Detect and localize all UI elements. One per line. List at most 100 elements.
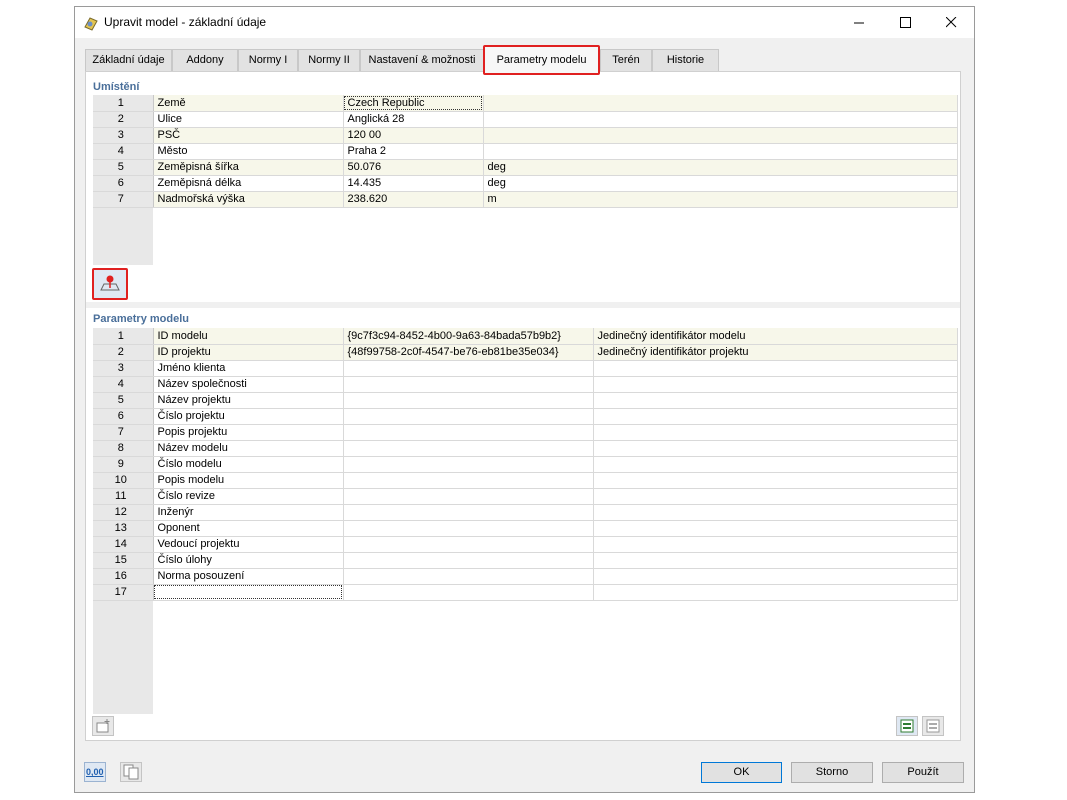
- param-value[interactable]: [343, 392, 594, 409]
- param-value[interactable]: [343, 440, 594, 457]
- param-name: ID projektu: [153, 344, 344, 361]
- table-row[interactable]: 17: [93, 584, 958, 601]
- location-section-title: Umístění: [93, 81, 140, 93]
- tab-settings-options[interactable]: Nastavení & možnosti: [360, 49, 484, 71]
- param-value[interactable]: 14.435: [343, 175, 484, 192]
- tab-basic-data[interactable]: Základní údaje: [85, 49, 172, 71]
- row-number: 2: [93, 344, 154, 361]
- table-row[interactable]: 4 Název společnosti: [93, 376, 958, 393]
- table-row[interactable]: 7 Popis projektu: [93, 424, 958, 441]
- units-decimals-button[interactable]: 0,00: [84, 762, 106, 782]
- table-row[interactable]: 10 Popis modelu: [93, 472, 958, 489]
- param-value[interactable]: [343, 504, 594, 521]
- param-value[interactable]: Praha 2: [343, 143, 484, 160]
- param-unit: [483, 127, 958, 144]
- param-value[interactable]: Czech Republic: [343, 95, 484, 112]
- table-row[interactable]: 3 PSČ 120 00: [93, 127, 958, 144]
- table-row[interactable]: 5 Název projektu: [93, 392, 958, 409]
- param-value[interactable]: [343, 520, 594, 537]
- close-button[interactable]: [928, 7, 974, 38]
- param-name[interactable]: [153, 584, 344, 601]
- tab-terrain[interactable]: Terén: [600, 49, 652, 71]
- table-row[interactable]: 2 Ulice Anglická 28: [93, 111, 958, 128]
- import-excel-button[interactable]: [922, 716, 944, 736]
- param-value[interactable]: [343, 488, 594, 505]
- param-value[interactable]: [343, 536, 594, 553]
- param-value[interactable]: [343, 584, 594, 601]
- apply-button[interactable]: Použít: [882, 762, 964, 783]
- table-row[interactable]: 1 ID modelu {9c7f3c94-8452-4b00-9a63-84b…: [93, 328, 958, 345]
- param-description: [593, 584, 958, 601]
- param-value[interactable]: Anglická 28: [343, 111, 484, 128]
- param-value[interactable]: [343, 456, 594, 473]
- param-value[interactable]: {48f99758-2c0f-4547-be76-eb81be35e034}: [343, 344, 594, 361]
- row-number: 12: [93, 504, 154, 521]
- close-icon: [946, 17, 957, 28]
- app-icon: [83, 15, 99, 31]
- row-number: 2: [93, 111, 154, 128]
- export-excel-button[interactable]: [896, 716, 918, 736]
- param-value[interactable]: [343, 424, 594, 441]
- param-value[interactable]: [343, 472, 594, 489]
- copy-settings-button[interactable]: [120, 762, 142, 782]
- title-bar: Upravit model - základní údaje: [75, 7, 974, 38]
- table-row[interactable]: 6 Číslo projektu: [93, 408, 958, 425]
- table-row[interactable]: 2 ID projektu {48f99758-2c0f-4547-be76-e…: [93, 344, 958, 361]
- param-name: Název společnosti: [153, 376, 344, 393]
- param-value[interactable]: 238.620: [343, 191, 484, 208]
- param-value[interactable]: [343, 360, 594, 377]
- table-row[interactable]: 13 Oponent: [93, 520, 958, 537]
- row-number: 9: [93, 456, 154, 473]
- tab-standards-1[interactable]: Normy I: [238, 49, 298, 71]
- param-name: Země: [153, 95, 344, 112]
- table-row[interactable]: 5 Zeměpisná šířka 50.076 deg: [93, 159, 958, 176]
- add-parameter-button[interactable]: [92, 716, 114, 736]
- param-name: Název modelu: [153, 440, 344, 457]
- param-description: Jedinečný identifikátor modelu: [593, 328, 958, 345]
- param-value[interactable]: [343, 552, 594, 569]
- table-row[interactable]: 8 Název modelu: [93, 440, 958, 457]
- row-number: 10: [93, 472, 154, 489]
- table-row[interactable]: 12 Inženýr: [93, 504, 958, 521]
- table-row[interactable]: 6 Zeměpisná délka 14.435 deg: [93, 175, 958, 192]
- param-description: [593, 504, 958, 521]
- table-row[interactable]: 4 Město Praha 2: [93, 143, 958, 160]
- row-number: 1: [93, 328, 154, 345]
- maximize-button[interactable]: [882, 7, 928, 38]
- row-number: 16: [93, 568, 154, 585]
- param-name: PSČ: [153, 127, 344, 144]
- param-value[interactable]: 120 00: [343, 127, 484, 144]
- param-value[interactable]: [343, 408, 594, 425]
- param-value[interactable]: [343, 376, 594, 393]
- tab-addons[interactable]: Addony: [172, 49, 238, 71]
- param-value[interactable]: 50.076: [343, 159, 484, 176]
- tab-standards-2[interactable]: Normy II: [298, 49, 360, 71]
- table-row[interactable]: 11 Číslo revize: [93, 488, 958, 505]
- param-name: Oponent: [153, 520, 344, 537]
- ok-button[interactable]: OK: [701, 762, 782, 783]
- table-row[interactable]: 15 Číslo úlohy: [93, 552, 958, 569]
- param-description: [593, 520, 958, 537]
- copy-icon: [123, 764, 139, 780]
- row-number: 8: [93, 440, 154, 457]
- param-value[interactable]: [343, 568, 594, 585]
- table-row[interactable]: 7 Nadmořská výška 238.620 m: [93, 191, 958, 208]
- tab-history[interactable]: Historie: [652, 49, 719, 71]
- param-value[interactable]: {9c7f3c94-8452-4b00-9a63-84bada57b9b2}: [343, 328, 594, 345]
- table-row[interactable]: 9 Číslo modelu: [93, 456, 958, 473]
- tab-model-parameters[interactable]: Parametry modelu: [483, 45, 600, 75]
- row-number: 1: [93, 95, 154, 112]
- pick-location-on-map-button[interactable]: [92, 268, 128, 300]
- minimize-button[interactable]: [836, 7, 882, 38]
- row-number: 7: [93, 191, 154, 208]
- row-number: 7: [93, 424, 154, 441]
- maximize-icon: [900, 17, 911, 28]
- param-name: Zeměpisná délka: [153, 175, 344, 192]
- cancel-button[interactable]: Storno: [791, 762, 873, 783]
- table-row[interactable]: 16 Norma posouzení: [93, 568, 958, 585]
- table-row[interactable]: 14 Vedoucí projektu: [93, 536, 958, 553]
- param-description: [593, 360, 958, 377]
- table-row[interactable]: 3 Jméno klienta: [93, 360, 958, 377]
- table-row[interactable]: 1 Země Czech Republic: [93, 95, 958, 112]
- param-description: [593, 392, 958, 409]
